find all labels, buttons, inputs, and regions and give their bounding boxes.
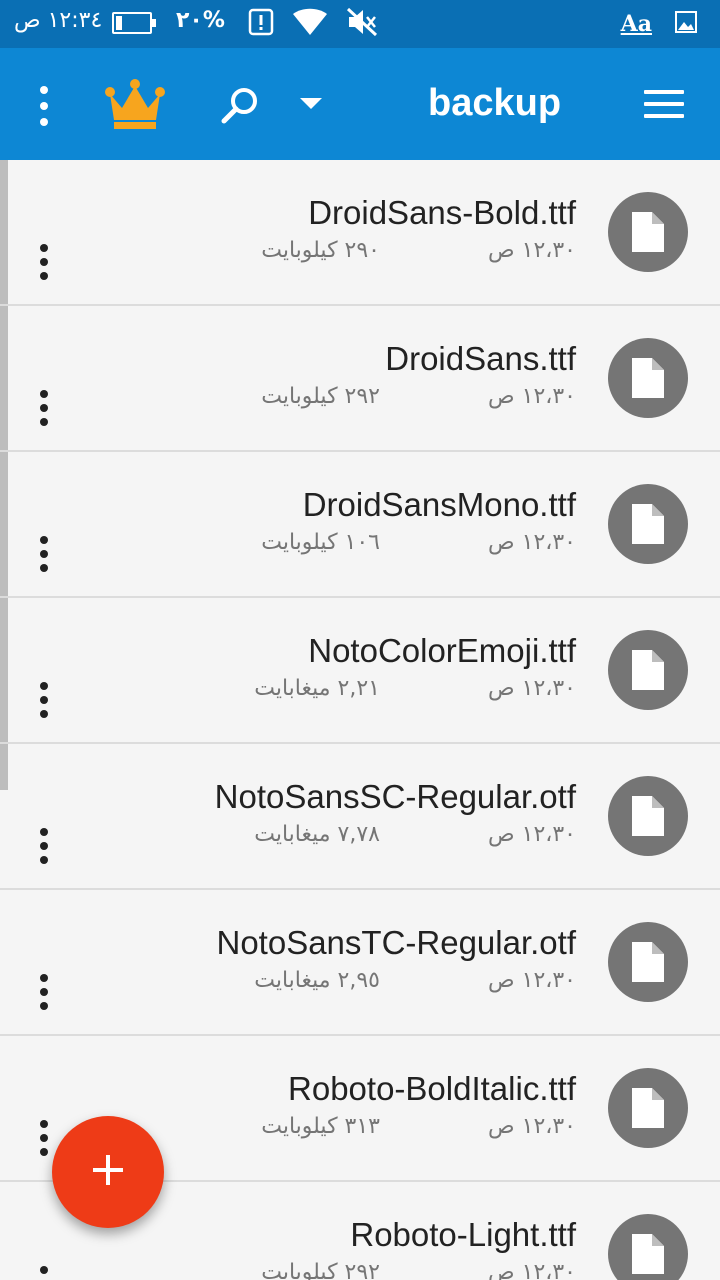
- file-name: Roboto-Light.ttf: [350, 1216, 576, 1253]
- file-date: ١٢،٣٠ ص: [488, 1260, 576, 1280]
- file-icon[interactable]: [608, 776, 688, 856]
- file-name: Roboto-BoldItalic.ttf: [288, 1070, 576, 1107]
- row-menu-icon[interactable]: [38, 682, 50, 718]
- file-name: DroidSans.ttf: [385, 340, 576, 377]
- file-row[interactable]: DroidSansMono.ttf ١٠٦ كيلوبايت ١٢،٣٠ ص: [0, 452, 720, 598]
- mute-icon: [346, 7, 378, 41]
- file-row[interactable]: NotoSansSC-Regular.otf ٧,٧٨ ميغابايت ١٢،…: [0, 744, 720, 890]
- plus-icon: [91, 1153, 125, 1191]
- row-menu-icon[interactable]: [38, 1266, 50, 1280]
- font-size-icon: Aa: [620, 11, 652, 37]
- menu-icon[interactable]: [644, 90, 684, 118]
- row-menu-icon[interactable]: [38, 244, 50, 280]
- file-date: ١٢،٣٠ ص: [488, 1114, 576, 1139]
- file-date: ١٢،٣٠ ص: [488, 530, 576, 555]
- row-menu-icon[interactable]: [38, 828, 50, 864]
- file-list[interactable]: DroidSans-Bold.ttf ٢٩٠ كيلوبايت ١٢،٣٠ ص …: [0, 160, 720, 1280]
- search-icon[interactable]: [220, 86, 260, 130]
- file-size: ٧,٧٨ ميغابايت: [254, 822, 380, 847]
- file-name: DroidSansMono.ttf: [302, 486, 576, 523]
- file-date: ١٢،٣٠ ص: [488, 822, 576, 847]
- battery-icon: [112, 12, 156, 34]
- file-icon[interactable]: [608, 1214, 688, 1280]
- app-bar: backup: [0, 48, 720, 160]
- file-date: ١٢،٣٠ ص: [488, 384, 576, 409]
- file-icon[interactable]: [608, 192, 688, 272]
- file-size: ٢٩٢ كيلوبايت: [261, 384, 380, 409]
- file-row[interactable]: DroidSans-Bold.ttf ٢٩٠ كيلوبايت ١٢،٣٠ ص: [0, 160, 720, 306]
- file-date: ١٢،٣٠ ص: [488, 968, 576, 993]
- crown-icon[interactable]: [104, 76, 166, 136]
- file-icon[interactable]: [608, 630, 688, 710]
- status-time: ١٢:٣٤ ص: [14, 8, 103, 33]
- status-bar: ١٢:٣٤ ص ٢٠% Aa: [0, 0, 720, 48]
- file-icon[interactable]: [608, 484, 688, 564]
- wifi-icon: [292, 8, 328, 40]
- row-menu-icon[interactable]: [38, 974, 50, 1010]
- file-date: ١٢،٣٠ ص: [488, 238, 576, 263]
- file-date: ١٢،٣٠ ص: [488, 676, 576, 701]
- file-row[interactable]: NotoColorEmoji.ttf ٢,٢١ ميغابايت ١٢،٣٠ ص: [0, 598, 720, 744]
- file-size: ٢٩٠ كيلوبايت: [261, 238, 380, 263]
- file-name: NotoSansSC-Regular.otf: [214, 778, 576, 815]
- file-icon[interactable]: [608, 1068, 688, 1148]
- file-row[interactable]: NotoSansTC-Regular.otf ٢,٩٥ ميغابايت ١٢،…: [0, 890, 720, 1036]
- file-icon[interactable]: [608, 338, 688, 418]
- file-icon[interactable]: [608, 922, 688, 1002]
- alert-icon: [248, 8, 274, 40]
- file-name: DroidSans-Bold.ttf: [308, 194, 576, 231]
- add-button[interactable]: [52, 1116, 164, 1228]
- file-size: ٢,٢١ ميغابايت: [254, 676, 380, 701]
- row-menu-icon[interactable]: [38, 1120, 50, 1156]
- dropdown-caret-icon[interactable]: [300, 98, 322, 109]
- row-menu-icon[interactable]: [38, 536, 50, 572]
- page-title: backup: [428, 82, 562, 124]
- file-size: ٢٩٢ كيلوبايت: [261, 1260, 380, 1280]
- file-name: NotoSansTC-Regular.otf: [216, 924, 576, 961]
- more-options-icon[interactable]: [30, 86, 58, 126]
- row-menu-icon[interactable]: [38, 390, 50, 426]
- file-size: ١٠٦ كيلوبايت: [261, 530, 380, 555]
- battery-percent: ٢٠%: [176, 8, 225, 33]
- file-size: ٢,٩٥ ميغابايت: [254, 968, 380, 993]
- file-size: ٣١٣ كيلوبايت: [261, 1114, 380, 1139]
- image-icon: [674, 10, 698, 38]
- file-row[interactable]: DroidSans.ttf ٢٩٢ كيلوبايت ١٢،٣٠ ص: [0, 306, 720, 452]
- file-name: NotoColorEmoji.ttf: [308, 632, 576, 669]
